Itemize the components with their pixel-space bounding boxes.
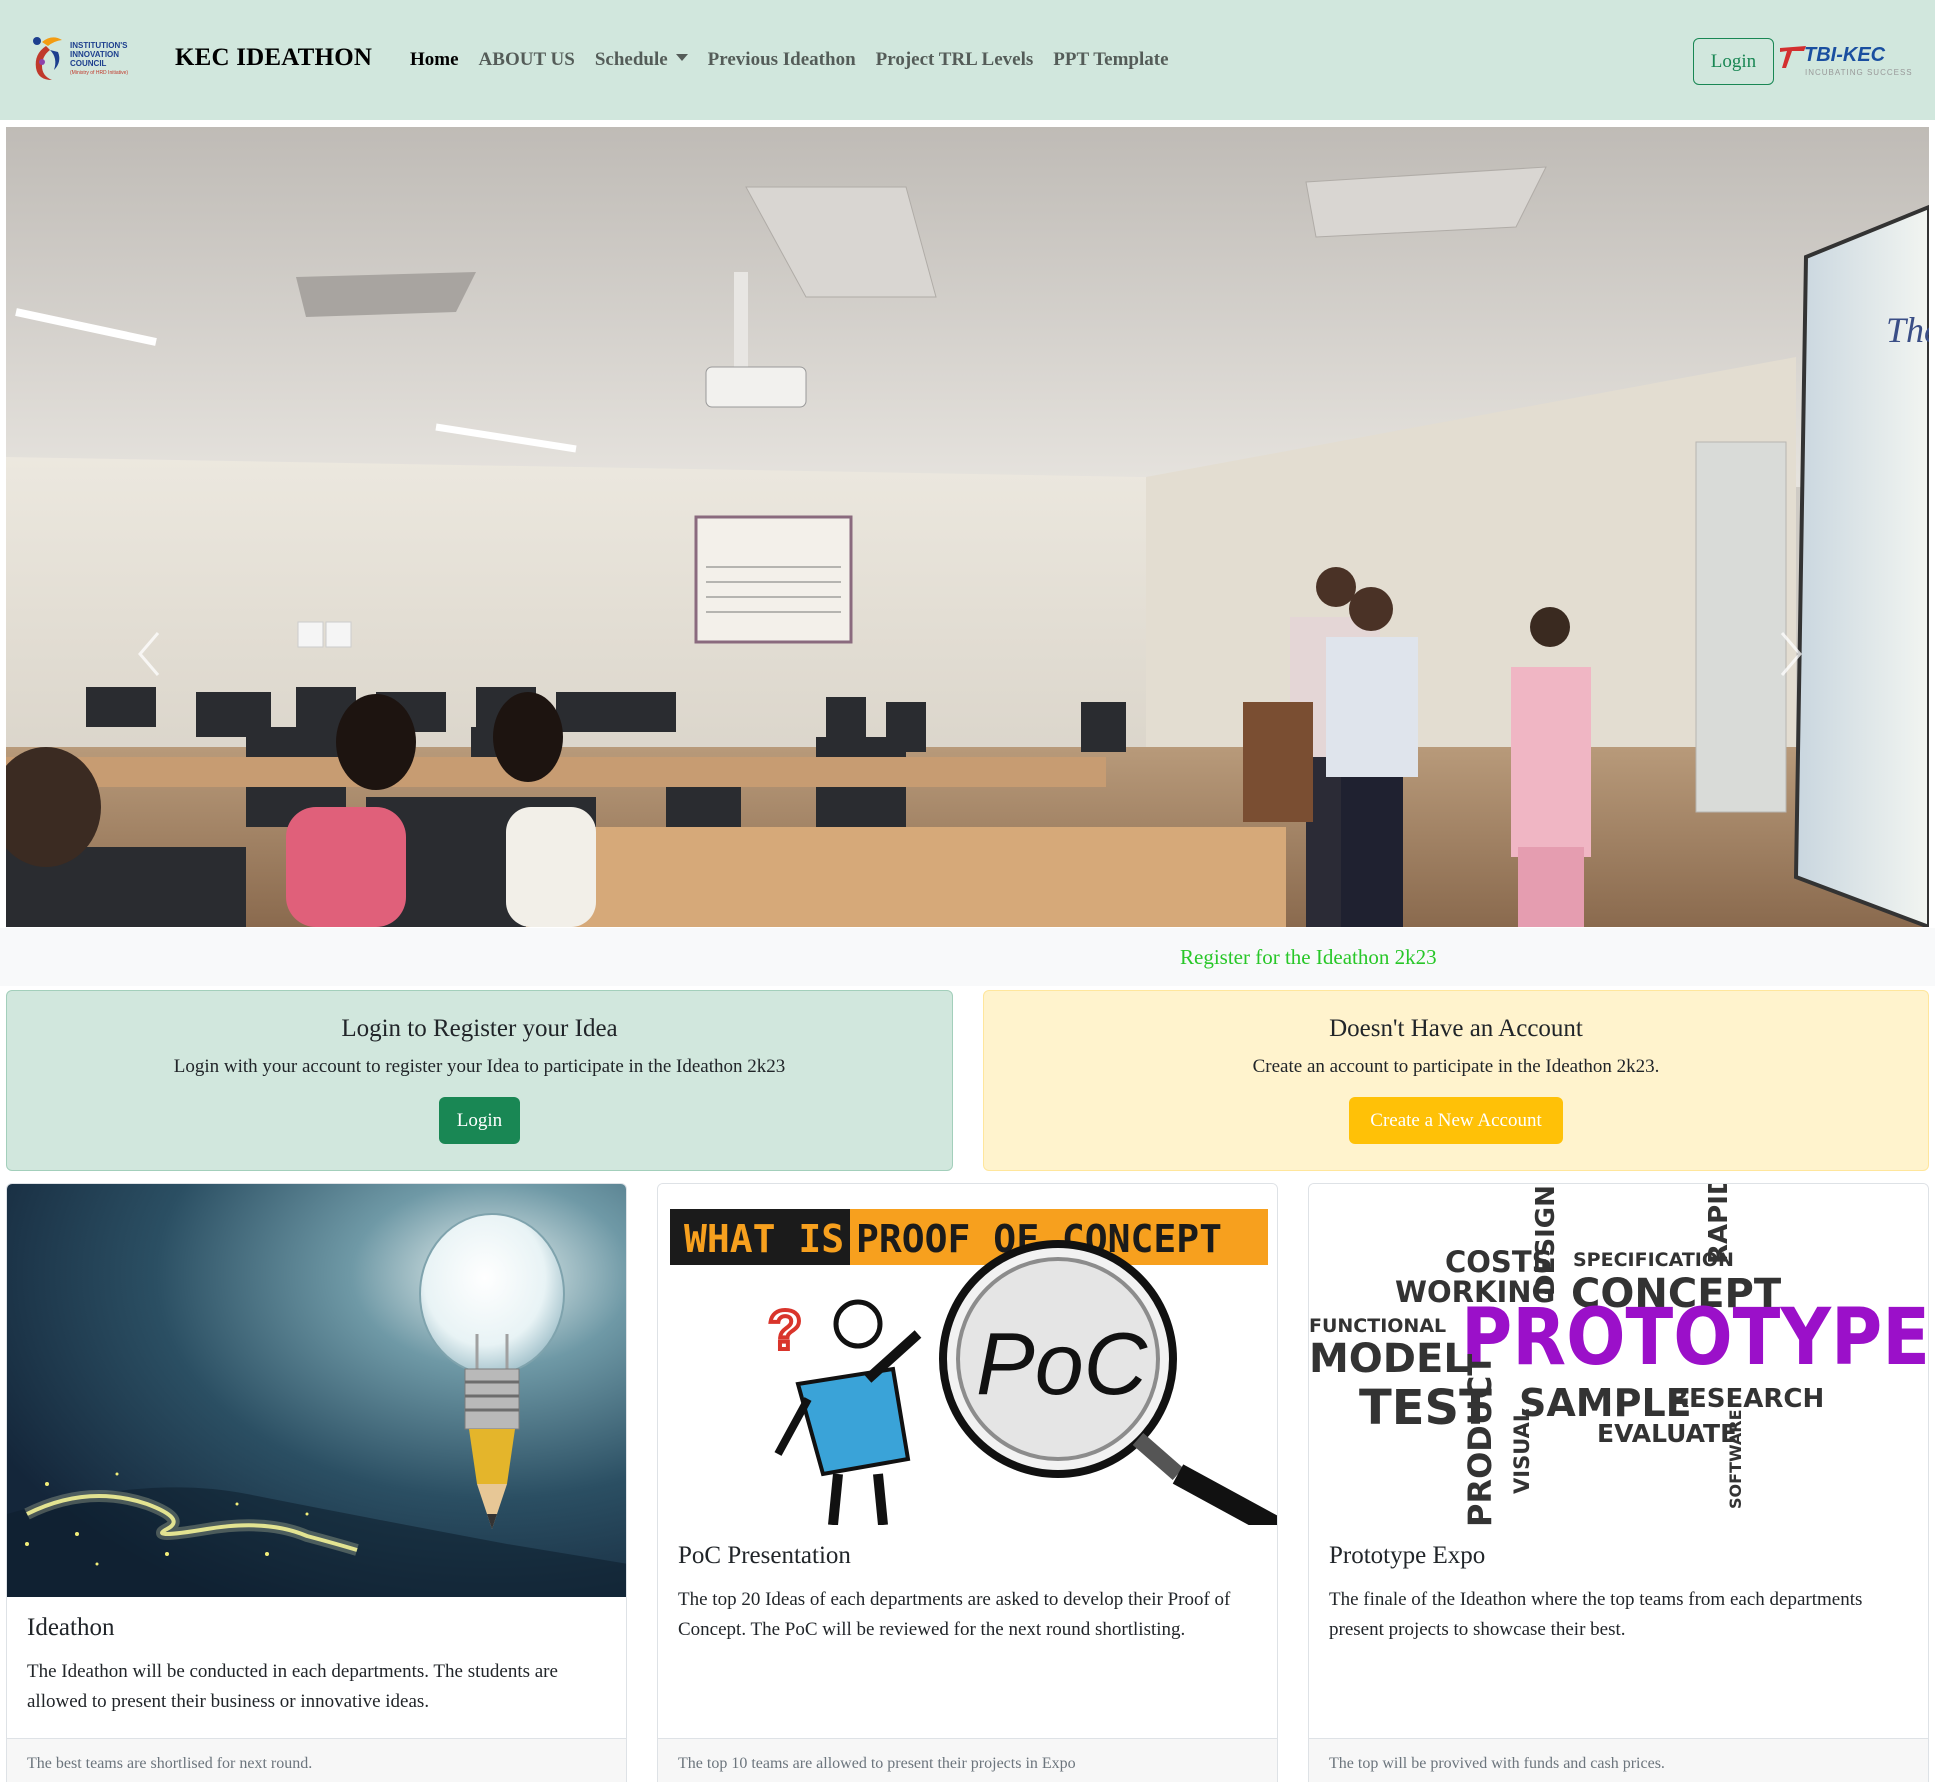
poc-card-footer: The top 10 teams are allowed to present … bbox=[658, 1738, 1277, 1782]
word-research: RESEARCH bbox=[1669, 1384, 1824, 1414]
nav-link-trl-levels[interactable]: Project TRL Levels bbox=[866, 49, 1044, 73]
prototype-card-image: COSTS DESIGN SPECIFICATION RAPID WORKING… bbox=[1309, 1184, 1928, 1525]
poc-card-image: WHAT IS PROOF OF CONCEPT ? PoC bbox=[658, 1184, 1277, 1525]
iic-logo-icon bbox=[33, 37, 62, 80]
tbi-logo-text: TBI-KEC bbox=[1804, 44, 1886, 66]
chevron-left-icon[interactable] bbox=[134, 627, 164, 681]
poc-card-text: The top 20 Ideas of each departments are… bbox=[678, 1589, 1231, 1640]
tbi-kec-logo[interactable]: TBI-KEC INCUBATING SUCCESS bbox=[1778, 44, 1912, 84]
word-functional: FUNCTIONAL bbox=[1309, 1315, 1446, 1337]
login-callout-title: Login to Register your Idea bbox=[341, 1015, 618, 1042]
login-button[interactable]: Login bbox=[1693, 38, 1774, 85]
register-marquee-text[interactable]: Register for the Ideathon 2k23 bbox=[1180, 945, 1437, 970]
word-rapid: RAPID bbox=[1704, 1184, 1734, 1264]
iic-logo-text: INSTITUTION'S INNOVATION COUNCIL bbox=[70, 41, 128, 68]
question-mark-icon: ? bbox=[768, 1298, 802, 1361]
callout-login-button[interactable]: Login bbox=[439, 1097, 520, 1144]
ideathon-card: Ideathon The Ideathon will be conducted … bbox=[6, 1183, 627, 1782]
word-prototype: PROTOTYPE bbox=[1461, 1293, 1928, 1383]
prototype-card-footer: The top will be provived with funds and … bbox=[1309, 1738, 1928, 1782]
word-product: PRODUCT bbox=[1461, 1354, 1499, 1525]
poc-card: WHAT IS PROOF OF CONCEPT ? PoC PoC Prese… bbox=[657, 1183, 1278, 1782]
iic-logo-subtext: (Ministry of HRD Initiative) bbox=[70, 70, 129, 76]
login-callout: Login to Register your Idea Login with y… bbox=[6, 990, 953, 1171]
classroom-photo: The P bbox=[6, 127, 1929, 927]
poc-heading-what-is: WHAT IS bbox=[684, 1217, 844, 1261]
proof-of-concept-image: WHAT IS PROOF OF CONCEPT ? PoC bbox=[670, 1209, 1277, 1525]
brand-title[interactable]: KEC IDEATHON bbox=[175, 44, 372, 72]
login-callout-text: Login with your account to register your… bbox=[173, 1056, 786, 1077]
ideathon-card-title: Ideathon bbox=[27, 1614, 115, 1641]
word-software: SOFTWARE bbox=[1726, 1409, 1745, 1509]
lightbulb-pencil-image bbox=[7, 1184, 626, 1597]
tbi-logo-subtext: INCUBATING SUCCESS bbox=[1805, 68, 1913, 77]
create-account-button[interactable]: Create a New Account bbox=[1349, 1097, 1563, 1144]
nav-link-schedule-label: Schedule bbox=[594, 49, 668, 70]
word-model: MODEL bbox=[1309, 1336, 1469, 1382]
poc-card-title: PoC Presentation bbox=[678, 1542, 851, 1569]
poc-magnifier-label: PoC bbox=[976, 1314, 1149, 1413]
ideathon-card-image bbox=[7, 1184, 626, 1597]
chevron-down-icon bbox=[675, 54, 688, 61]
hero-carousel[interactable]: The P bbox=[6, 127, 1929, 927]
iic-logo[interactable]: INSTITUTION'S INNOVATION COUNCIL (Minist… bbox=[28, 32, 140, 84]
ideathon-card-text: The Ideathon will be conducted in each d… bbox=[27, 1661, 558, 1712]
create-account-title: Doesn't Have an Account bbox=[1329, 1015, 1583, 1042]
nav-link-about-us[interactable]: ABOUT US bbox=[469, 49, 585, 73]
prototype-word-cloud: COSTS DESIGN SPECIFICATION RAPID WORKING… bbox=[1309, 1184, 1928, 1525]
screen-text: The P bbox=[1886, 310, 1929, 350]
ideathon-card-footer: The best teams are shortlised for next r… bbox=[7, 1738, 626, 1782]
nav-link-ppt-template[interactable]: PPT Template bbox=[1043, 49, 1178, 73]
nav-link-previous-ideathon[interactable]: Previous Ideathon bbox=[698, 49, 866, 73]
prototype-card: COSTS DESIGN SPECIFICATION RAPID WORKING… bbox=[1308, 1183, 1929, 1782]
marquee-strip: Register for the Ideathon 2k23 bbox=[0, 928, 1935, 986]
navbar: INSTITUTION'S INNOVATION COUNCIL (Minist… bbox=[0, 0, 1935, 120]
nav-links: Home ABOUT US Schedule Previous Ideathon… bbox=[400, 49, 1179, 73]
create-account-text: Create an account to participate in the … bbox=[1252, 1056, 1660, 1077]
create-account-callout: Doesn't Have an Account Create an accoun… bbox=[983, 990, 1929, 1171]
word-evaluate: EVALUATE bbox=[1597, 1419, 1737, 1448]
prototype-card-title: Prototype Expo bbox=[1329, 1542, 1486, 1569]
nav-link-home[interactable]: Home bbox=[400, 49, 469, 73]
nav-link-schedule[interactable]: Schedule bbox=[585, 49, 698, 73]
chevron-right-icon[interactable] bbox=[1776, 627, 1806, 681]
prototype-card-text: The finale of the Ideathon where the top… bbox=[1329, 1589, 1863, 1640]
